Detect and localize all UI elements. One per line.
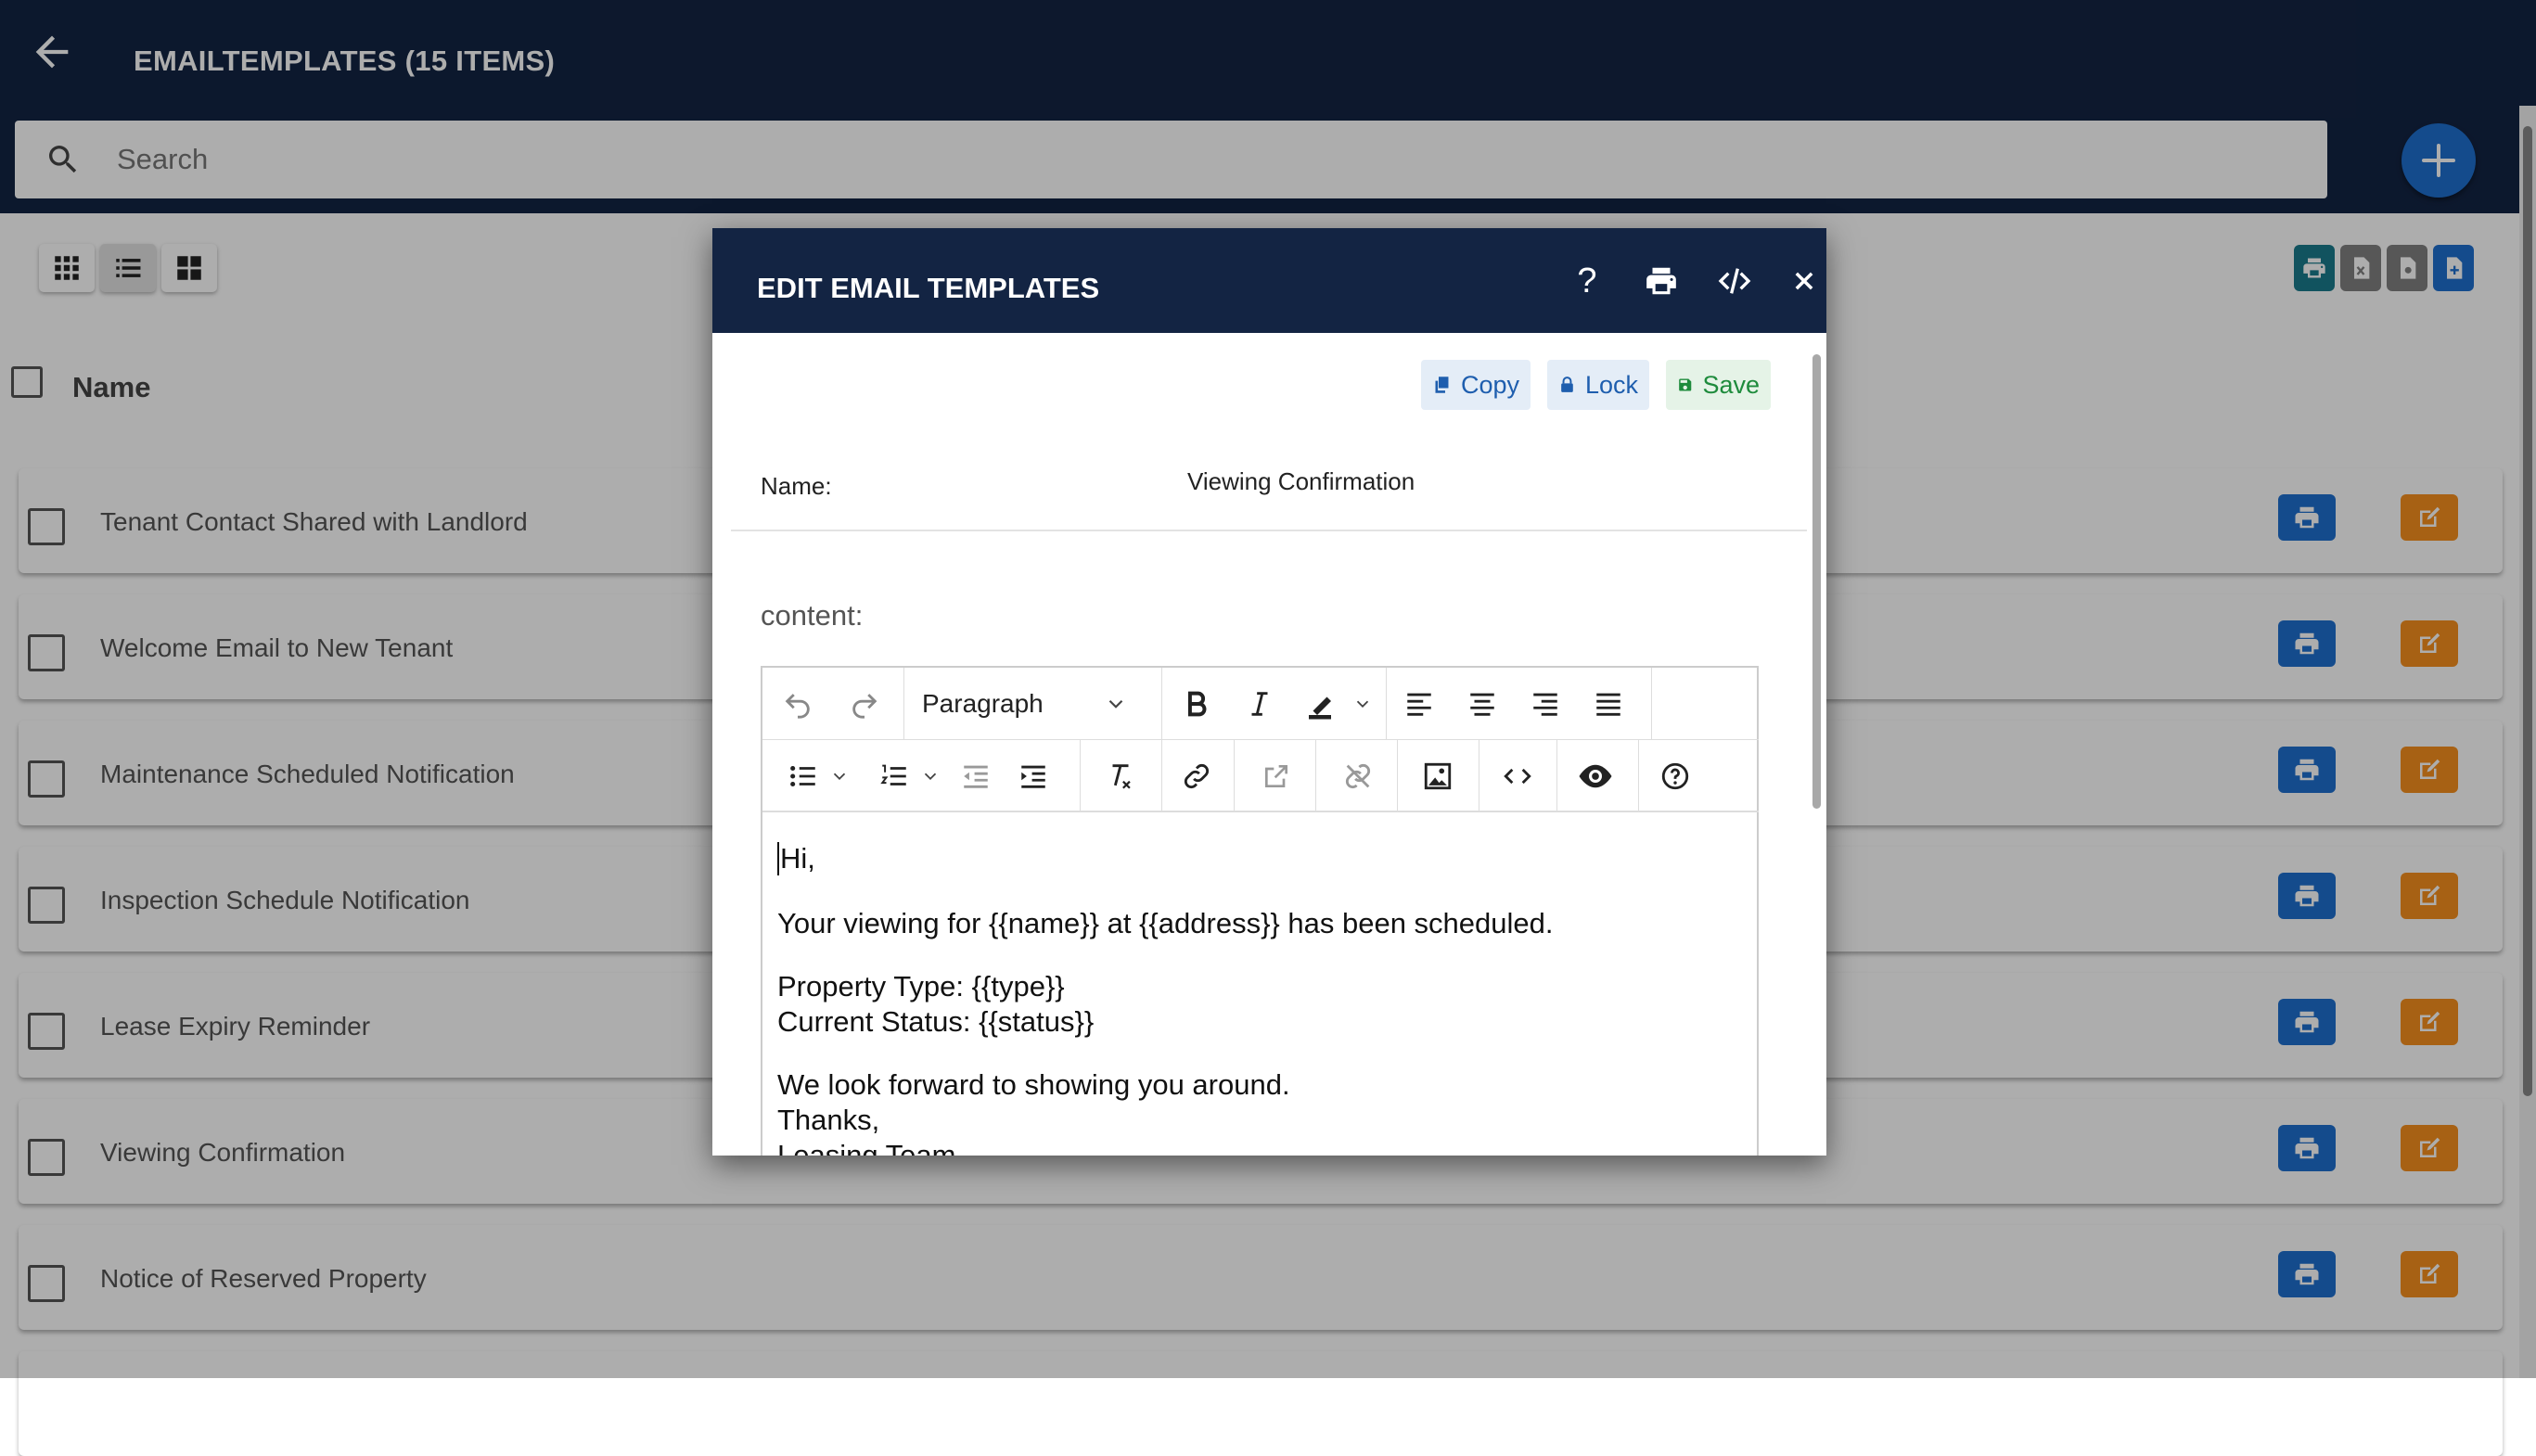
highlight-color-dropdown[interactable]: [1349, 682, 1377, 726]
align-left-button[interactable]: [1397, 682, 1441, 726]
chevron-down-icon: [1356, 700, 1369, 709]
indent-button[interactable]: [1011, 754, 1056, 798]
editor-toolbar-row-2: [762, 740, 1759, 812]
close-icon: [1795, 272, 1813, 290]
align-justify-button[interactable]: [1586, 682, 1631, 726]
align-right-icon: [1533, 693, 1557, 716]
name-field-label: Name:: [761, 472, 832, 500]
highlighter-icon: [1309, 696, 1331, 720]
lock-icon: [1561, 377, 1573, 392]
bold-button[interactable]: [1174, 682, 1219, 726]
italic-icon: [1251, 692, 1268, 716]
image-icon: [1424, 762, 1452, 790]
lock-label: Lock: [1584, 370, 1638, 399]
block-format-select[interactable]: Paragraph: [907, 682, 1139, 726]
bullet-list-button[interactable]: [781, 754, 826, 798]
edit-email-template-modal: EDIT EMAIL TEMPLATES ? Copy Lock Save Na…: [712, 228, 1826, 1156]
external-link-icon: [1265, 765, 1287, 787]
editor-toolbar-row-1: Paragraph: [762, 668, 1759, 740]
chevron-down-icon: [924, 773, 937, 781]
document-line: Hi,: [777, 842, 815, 875]
save-button[interactable]: Save: [1666, 360, 1771, 410]
align-right-button[interactable]: [1523, 682, 1568, 726]
code-icon: [1504, 768, 1531, 785]
highlight-color-button[interactable]: [1300, 682, 1345, 726]
source-code-button[interactable]: [1711, 258, 1758, 304]
document-line: Current Status: {{status}}: [777, 1005, 1095, 1038]
block-format-value: Paragraph: [922, 689, 1044, 718]
bullet-list-dropdown[interactable]: [826, 754, 853, 798]
eye-icon: [1579, 764, 1612, 788]
align-justify-icon: [1596, 693, 1620, 716]
lock-button[interactable]: Lock: [1547, 360, 1649, 410]
redo-button[interactable]: [842, 682, 887, 726]
clear-format-icon: [1112, 764, 1131, 789]
insert-link-button[interactable]: [1174, 754, 1219, 798]
save-icon: [1679, 378, 1692, 391]
open-link-button[interactable]: [1254, 754, 1299, 798]
editor-help-button[interactable]: [1653, 754, 1697, 798]
code-icon: [1718, 268, 1751, 294]
close-modal-button[interactable]: [1781, 258, 1826, 304]
content-field-label: content:: [761, 599, 864, 632]
link-icon: [1184, 763, 1210, 789]
help-circle-icon: [1661, 762, 1689, 790]
align-left-icon: [1407, 693, 1431, 716]
bullet-list-icon: [790, 765, 815, 787]
print-button[interactable]: [1638, 258, 1684, 304]
divider: [731, 530, 1807, 531]
insert-image-button[interactable]: [1415, 754, 1460, 798]
copy-button[interactable]: Copy: [1421, 360, 1531, 410]
modal-scrollbar-thumb[interactable]: [1812, 354, 1821, 809]
document-line: Property Type: {{type}}: [777, 970, 1065, 1003]
outdent-button[interactable]: [954, 754, 998, 798]
bold-icon: [1187, 691, 1207, 717]
help-icon: ?: [1577, 261, 1597, 300]
chevron-down-icon: [833, 773, 846, 781]
numbered-list-dropdown[interactable]: [916, 754, 944, 798]
code-view-button[interactable]: [1495, 754, 1540, 798]
undo-icon: [785, 694, 810, 719]
copy-label: Copy: [1460, 370, 1519, 399]
undo-button[interactable]: [775, 682, 820, 726]
rich-text-editor: Paragraph Hi, Your viewing for {{name}} …: [761, 666, 1759, 1156]
numbered-list-button[interactable]: [872, 754, 916, 798]
save-label: Save: [1702, 370, 1760, 399]
numbered-list-icon: [880, 764, 906, 785]
outdent-icon: [964, 765, 988, 788]
copy-icon: [1435, 377, 1449, 393]
editor-content-area[interactable]: Hi, Your viewing for {{name}} at {{addre…: [762, 814, 1759, 1156]
redo-icon: [852, 694, 877, 719]
clear-formatting-button[interactable]: [1098, 754, 1143, 798]
document-line: Thanks,: [777, 1104, 880, 1136]
unlink-icon: [1345, 763, 1371, 789]
indent-icon: [1021, 765, 1045, 788]
name-field-value[interactable]: Viewing Confirmation: [1187, 467, 1415, 496]
unlink-button[interactable]: [1336, 754, 1380, 798]
align-center-icon: [1470, 693, 1494, 716]
print-icon: [1646, 267, 1676, 295]
help-button[interactable]: ?: [1564, 258, 1610, 304]
chevron-down-icon: [1108, 699, 1123, 709]
document-line: Your viewing for {{name}} at {{address}}…: [777, 907, 1554, 939]
italic-button[interactable]: [1237, 682, 1282, 726]
document-line: Leasing Team: [777, 1139, 956, 1156]
preview-button[interactable]: [1573, 754, 1618, 798]
align-center-button[interactable]: [1460, 682, 1505, 726]
document-line: We look forward to showing you around.: [777, 1068, 1290, 1101]
modal-title: EDIT EMAIL TEMPLATES: [757, 272, 1100, 304]
